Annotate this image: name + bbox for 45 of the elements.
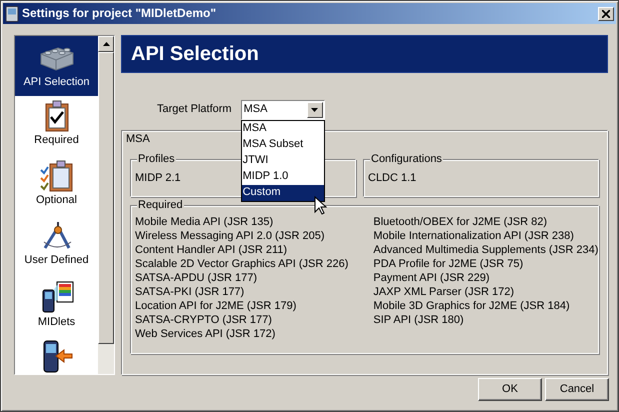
api-name: Scalable 2D Vector Graphics API (JSR 226)	[135, 258, 348, 272]
api-name: Location API for J2ME (JSR 179)	[135, 300, 298, 314]
api-name: SATSA-PKI (JSR 177)	[135, 286, 246, 300]
api-name: SATSA-APDU (JSR 177)	[135, 272, 258, 286]
close-button[interactable]	[598, 6, 614, 20]
api-name: Mobile 3D Graphics for J2ME (JSR 184)	[373, 300, 571, 314]
clipboard-checklist-icon	[40, 160, 74, 192]
field-label: Target Platform	[157, 103, 232, 117]
api-name: SATSA-CRYPTO (JSR 177)	[135, 314, 273, 328]
group-title: Required	[137, 199, 184, 212]
dropdown-option[interactable]: MSA Subset	[242, 137, 324, 153]
api-name: Mobile Internationalization API (JSR 238)	[373, 230, 575, 244]
api-name: SIP API (JSR 180)	[373, 314, 465, 328]
api-name: Bluetooth/OBEX for J2ME (JSR 82)	[373, 216, 548, 230]
group-value: CLDC 1.1	[368, 172, 416, 184]
sidebar-item[interactable]: Required	[15, 96, 98, 156]
dropdown-option[interactable]: JTWI	[242, 153, 324, 169]
sidebar-item[interactable]: API Selection	[15, 36, 98, 96]
dropdown-option[interactable]: MIDP 1.0	[242, 169, 324, 185]
api-name: Web Services API (JSR 172)	[135, 328, 276, 342]
group-title: Configurations	[370, 153, 443, 166]
app-icon	[5, 6, 19, 22]
clipboard-check-icon	[44, 100, 70, 132]
api-name: JAXP XML Parser (JSR 172)	[373, 286, 515, 300]
group-value: MIDP 2.1	[135, 172, 181, 184]
page-header: API Selection	[121, 35, 608, 73]
sidebar-item[interactable]: Optional	[15, 156, 98, 216]
cancel-button[interactable]: Cancel	[545, 378, 609, 401]
ok-button[interactable]: OK	[478, 378, 542, 401]
scrollbar[interactable]	[98, 36, 114, 374]
api-name: Payment API (JSR 229)	[373, 272, 491, 286]
window-title: Settings for project "MIDletDemo"	[22, 6, 218, 21]
close-icon	[602, 10, 610, 18]
dropdown-option[interactable]: MSA	[242, 121, 324, 137]
api-name: Mobile Media API (JSR 135)	[135, 216, 274, 230]
sidebar-item[interactable]: User Defined	[15, 216, 98, 276]
api-name: Wireless Messaging API 2.0 (JSR 205)	[135, 230, 326, 244]
sidebar-item[interactable]: MIDlets	[15, 276, 98, 336]
up-arrow-icon[interactable]	[102, 42, 110, 46]
api-name: PDA Profile for J2ME (JSR 75)	[373, 258, 524, 272]
caret-icon[interactable]	[311, 108, 318, 112]
api-name: Content Handler API (JSR 211)	[135, 244, 288, 258]
api-name: Advanced Multimedia Supplements (JSR 234)	[373, 244, 598, 258]
dropdown-option[interactable]: Custom	[242, 185, 324, 201]
phone-screen-icon	[40, 280, 74, 314]
